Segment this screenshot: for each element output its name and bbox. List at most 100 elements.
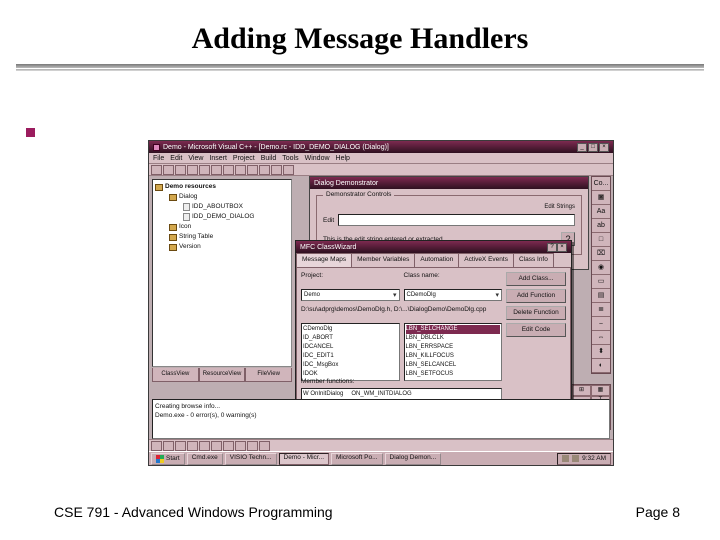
menu-tools[interactable]: Tools: [282, 155, 298, 162]
menu-project[interactable]: Project: [233, 155, 255, 162]
tab-fileview[interactable]: FileView: [245, 368, 292, 382]
system-tray[interactable]: 9:32 AM: [557, 453, 611, 465]
tab-activex-events[interactable]: ActiveX Events: [458, 253, 514, 267]
menu-file[interactable]: File: [153, 155, 164, 162]
windows-taskbar[interactable]: Start Cmd.exe VISIO Techn... Demo - Micr…: [149, 451, 613, 465]
vc-toolbar[interactable]: [149, 164, 613, 176]
list-item[interactable]: ID_ABORT: [303, 334, 398, 343]
wizard-tabs[interactable]: Message Maps Member Variables Automation…: [296, 253, 571, 267]
toolbar-button[interactable]: [223, 165, 234, 175]
list-item[interactable]: W OnInitDialogON_WM_INITDIALOG: [303, 390, 500, 399]
start-button[interactable]: Start: [151, 453, 185, 465]
menu-insert[interactable]: Insert: [209, 155, 227, 162]
tree-item[interactable]: Icon: [179, 222, 191, 232]
tab-classview[interactable]: ClassView: [152, 368, 199, 382]
toolbox-item[interactable]: ◐: [592, 359, 610, 373]
tab-member-variables[interactable]: Member Variables: [351, 253, 415, 267]
dialog-demo-titlebar[interactable]: Dialog Demonstrator: [310, 177, 588, 189]
toolbar-button[interactable]: [175, 165, 186, 175]
tree-root[interactable]: Demo resources: [165, 182, 216, 192]
wizard-titlebar[interactable]: MFC ClassWizard ? ×: [296, 241, 571, 253]
workspace-tabs[interactable]: ClassView ResourceView FileView: [152, 368, 292, 382]
tree-item[interactable]: String Table: [179, 232, 213, 242]
toolbar-button[interactable]: [187, 441, 198, 451]
toolbar-button[interactable]: [271, 165, 282, 175]
tray-icon[interactable]: [572, 455, 579, 462]
classname-combo[interactable]: CDemoDlg: [404, 289, 503, 301]
toolbar-button[interactable]: [151, 441, 162, 451]
close-icon[interactable]: ×: [557, 243, 567, 252]
taskbar-item[interactable]: Dialog Demon...: [385, 453, 442, 465]
toolbar-button[interactable]: [235, 441, 246, 451]
toolbar-button[interactable]: [163, 165, 174, 175]
toolbar-button[interactable]: [199, 165, 210, 175]
toolbar-button[interactable]: [259, 165, 270, 175]
close-icon[interactable]: ×: [599, 143, 609, 152]
taskbar-item[interactable]: Cmd.exe: [187, 453, 223, 465]
resource-tree[interactable]: Demo resources Dialog IDD_ABOUTBOX IDD_D…: [152, 179, 292, 367]
toolbar-button[interactable]: [163, 441, 174, 451]
toolbox-item[interactable]: ⊞: [572, 385, 591, 396]
menu-window[interactable]: Window: [305, 155, 330, 162]
list-item[interactable]: LBN_KILLFOCUS: [406, 352, 501, 361]
toolbox-title[interactable]: Co... ×: [592, 177, 610, 191]
tab-class-info[interactable]: Class Info: [513, 253, 554, 267]
help-icon[interactable]: ?: [547, 243, 557, 252]
project-combo[interactable]: Demo: [301, 289, 400, 301]
edit-field[interactable]: [338, 214, 575, 226]
tree-item[interactable]: Version: [179, 242, 201, 252]
toolbar-button[interactable]: [175, 441, 186, 451]
taskbar-item[interactable]: Microsoft Po...: [331, 453, 383, 465]
maximize-icon[interactable]: □: [588, 143, 598, 152]
delete-function-button[interactable]: Delete Function: [506, 306, 566, 320]
menu-edit[interactable]: Edit: [170, 155, 182, 162]
toolbar-button[interactable]: [283, 165, 294, 175]
toolbox-item[interactable]: ≣: [592, 303, 610, 317]
list-item[interactable]: LBN_SELCHANGE: [406, 325, 501, 334]
toolbar-button[interactable]: [235, 165, 246, 175]
list-item[interactable]: LBN_SELCANCEL: [406, 361, 501, 370]
toolbar-button[interactable]: [211, 441, 222, 451]
controls-toolbox[interactable]: Co... × ▦ Aa ab □ ⌧ ◉ ▭ ▤ ≣ ⎯ ⇔ ⬍ ◐: [591, 176, 611, 374]
toolbar-button[interactable]: [211, 165, 222, 175]
tab-message-maps[interactable]: Message Maps: [296, 253, 352, 267]
toolbox-item[interactable]: ◉: [592, 261, 610, 275]
tree-item[interactable]: IDD_DEMO_DIALOG: [192, 212, 255, 222]
toolbar-button[interactable]: [247, 165, 258, 175]
list-item[interactable]: IDC_MsgBox: [303, 361, 398, 370]
toolbox-item[interactable]: ▭: [592, 275, 610, 289]
tree-item[interactable]: Dialog: [179, 192, 197, 202]
tab-resourceview[interactable]: ResourceView: [199, 368, 246, 382]
vc-menubar[interactable]: File Edit View Insert Project Build Tool…: [149, 153, 613, 164]
menu-build[interactable]: Build: [261, 155, 277, 162]
tree-item[interactable]: IDD_ABOUTBOX: [192, 202, 243, 212]
list-item[interactable]: LBN_ERRSPACE: [406, 343, 501, 352]
toolbox-item[interactable]: Aa: [592, 205, 610, 219]
messages-list[interactable]: LBN_SELCHANGE LBN_DBLCLK LBN_ERRSPACE LB…: [404, 323, 503, 381]
tab-automation[interactable]: Automation: [414, 253, 459, 267]
vc-titlebar[interactable]: Demo - Microsoft Visual C++ - [Demo.rc -…: [149, 141, 613, 153]
toolbox-item[interactable]: ▦: [592, 191, 610, 205]
toolbox-item[interactable]: ⌧: [592, 247, 610, 261]
toolbox-item[interactable]: ▤: [592, 289, 610, 303]
toolbar-button[interactable]: [223, 441, 234, 451]
toolbox-item[interactable]: ⬍: [592, 345, 610, 359]
list-item[interactable]: IDC_EDIT1: [303, 352, 398, 361]
taskbar-item[interactable]: VISIO Techn...: [225, 453, 277, 465]
toolbar-button[interactable]: [199, 441, 210, 451]
tray-icon[interactable]: [562, 455, 569, 462]
menu-view[interactable]: View: [188, 155, 203, 162]
taskbar-item[interactable]: Demo - Micr...: [279, 453, 329, 465]
minimize-icon[interactable]: _: [577, 143, 587, 152]
toolbox-item[interactable]: ⇔: [592, 331, 610, 345]
object-ids-list[interactable]: CDemoDlg ID_ABORT IDCANCEL IDC_EDIT1 IDC…: [301, 323, 400, 381]
edit-code-button[interactable]: Edit Code: [506, 323, 566, 337]
toolbox-item[interactable]: ⎯: [592, 317, 610, 331]
toolbar-button[interactable]: [187, 165, 198, 175]
toolbox-item[interactable]: ab: [592, 219, 610, 233]
list-item[interactable]: LBN_DBLCLK: [406, 334, 501, 343]
list-item[interactable]: CDemoDlg: [303, 325, 398, 334]
toolbar-button[interactable]: [151, 165, 162, 175]
toolbar-button[interactable]: [259, 441, 270, 451]
menu-help[interactable]: Help: [336, 155, 350, 162]
